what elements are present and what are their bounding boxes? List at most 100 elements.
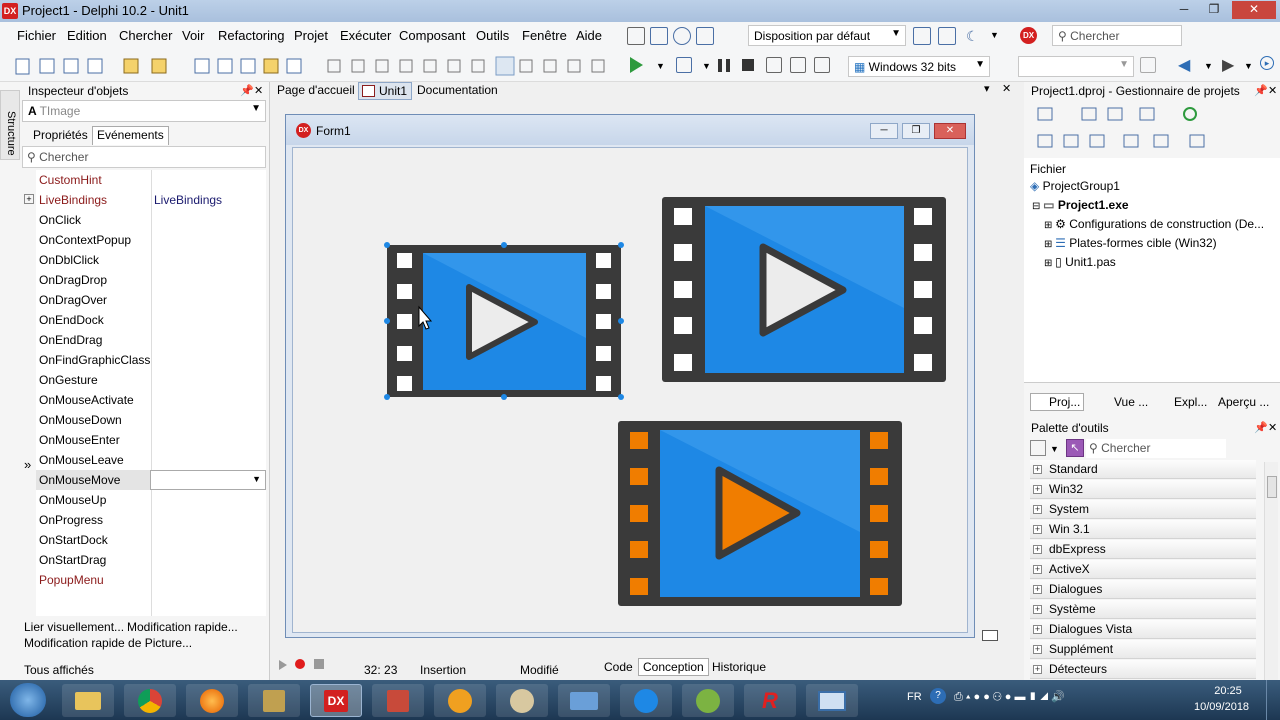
explorer-taskbar-icon[interactable] xyxy=(62,684,114,717)
event-row[interactable]: OnContextPopup xyxy=(36,230,266,250)
record-macro-icon[interactable] xyxy=(295,659,305,669)
tree-item-platforms[interactable]: ⊞ ☰ Plates-formes cible (Win32) xyxy=(1044,234,1217,252)
dx-icon[interactable]: DX xyxy=(1020,27,1037,44)
save-layout-icon[interactable] xyxy=(913,27,931,45)
menu-aide[interactable]: Aide xyxy=(576,28,602,43)
tab-model-view[interactable]: Vue ... xyxy=(1096,395,1148,409)
form-close-button[interactable]: ✕ xyxy=(934,123,966,139)
chevron-down-icon[interactable]: ▼ xyxy=(990,30,999,40)
trace-out-icon[interactable] xyxy=(814,57,830,73)
pin-icon[interactable]: 📌 xyxy=(1254,84,1268,97)
form-minimize-button[interactable]: ─ xyxy=(870,123,898,139)
r-app-taskbar-icon[interactable]: R xyxy=(744,684,796,717)
tree-item-unit1[interactable]: ⊞ ▯ Unit1.pas xyxy=(1044,253,1116,271)
config-select[interactable]: ▼ xyxy=(1018,56,1134,77)
tab-code[interactable]: Code xyxy=(600,659,637,675)
event-row[interactable]: OnMouseMove xyxy=(36,470,150,490)
tab-welcome[interactable]: Page d'accueil xyxy=(277,83,355,97)
tree-item-projectgroup[interactable]: ◈ ProjectGroup1 xyxy=(1030,177,1120,195)
link-quick-edit[interactable]: Modification rapide... xyxy=(127,620,238,634)
event-row[interactable]: OnEndDrag xyxy=(36,330,266,350)
event-row[interactable]: OnClick xyxy=(36,210,266,230)
palette-category[interactable]: + Détecteurs xyxy=(1030,660,1256,679)
delphi-taskbar-icon[interactable]: DX xyxy=(310,684,362,717)
pin-icon[interactable]: 📌 xyxy=(240,84,254,97)
chevron-down-icon[interactable]: ▾ xyxy=(984,82,990,95)
form-client-area[interactable] xyxy=(292,147,968,633)
tray-icons[interactable]: ⎙ ▴ ● ● ⚇ ● ▬ ▮ ◢ 🔊 xyxy=(954,690,1065,704)
event-row[interactable]: OnDragOver xyxy=(36,290,266,310)
run-icon[interactable] xyxy=(630,57,643,73)
palette-category[interactable]: + Supplément xyxy=(1030,640,1256,659)
close-icon[interactable]: ✕ xyxy=(1268,84,1277,97)
menu-composant[interactable]: Composant xyxy=(399,28,465,43)
ide-search-input[interactable]: ⚲ Chercher xyxy=(1052,25,1182,46)
menu-refactoring[interactable]: Refactoring xyxy=(218,28,284,43)
clock-time[interactable]: 20:25 xyxy=(1208,685,1248,697)
event-row[interactable]: OnGesture xyxy=(36,370,266,390)
cursor-select-icon[interactable]: ↖ xyxy=(1066,439,1084,457)
event-row[interactable]: OnMouseUp xyxy=(36,490,266,510)
palette-category[interactable]: + Système xyxy=(1030,600,1256,619)
language-indicator[interactable]: FR xyxy=(907,691,922,703)
tab-preview[interactable]: Aperçu ... xyxy=(1218,395,1269,409)
inspector-search-input[interactable]: ⚲ Chercher xyxy=(22,146,266,168)
event-row[interactable]: OnProgress xyxy=(36,510,266,530)
tree-item-build-configs[interactable]: ⊞ ⚙ Configurations de construction (De..… xyxy=(1044,215,1264,233)
chevron-down-icon[interactable]: ▼ xyxy=(702,61,711,71)
tab-unit1[interactable]: Unit1 xyxy=(358,82,413,100)
expand-icon[interactable]: + xyxy=(24,194,34,204)
menu-fichier[interactable]: Fichier xyxy=(17,28,56,43)
clock-date[interactable]: 10/09/2018 xyxy=(1194,701,1249,713)
event-row[interactable]: LiveBindings LiveBindings xyxy=(36,190,266,210)
mail-icon[interactable] xyxy=(627,27,645,45)
event-row[interactable]: OnMouseLeave xyxy=(36,450,266,470)
palette-category[interactable]: + Win32 xyxy=(1030,480,1256,499)
link-quick-edit-picture[interactable]: Modification rapide de Picture... xyxy=(24,636,192,650)
tree-item-project[interactable]: ⊟ ▭ Project1.exe xyxy=(1032,196,1129,214)
event-row[interactable]: PopupMenu xyxy=(36,570,266,590)
close-icon[interactable]: ✕ xyxy=(1268,421,1277,434)
event-row[interactable]: OnMouseDown xyxy=(36,410,266,430)
palette-search-input[interactable]: ⚲ Chercher xyxy=(1086,439,1226,458)
menu-executer[interactable]: Exécuter xyxy=(340,28,391,43)
paint-taskbar-icon[interactable] xyxy=(496,684,548,717)
maximize-button[interactable]: ❐ xyxy=(1200,1,1228,19)
arrow-icon[interactable] xyxy=(696,27,714,45)
event-row[interactable]: OnStartDrag xyxy=(36,550,266,570)
component-select[interactable]: A TImage ▼ xyxy=(22,100,266,122)
link-visual-bind[interactable]: Lier visuellement... xyxy=(24,620,124,634)
event-dropdown[interactable]: ▼ xyxy=(150,470,266,490)
chevron-down-icon[interactable]: ▼ xyxy=(656,61,665,71)
android-taskbar-icon[interactable] xyxy=(682,684,734,717)
form-window[interactable]: DX Form1 ─ ❐ ✕ xyxy=(285,114,975,638)
tab-properties[interactable]: Propriétés xyxy=(30,127,91,145)
video-image-2[interactable] xyxy=(662,197,946,382)
menu-fenetre[interactable]: Fenêtre xyxy=(522,28,567,43)
pin-icon[interactable]: 📌 xyxy=(1254,421,1268,434)
close-button[interactable]: ✕ xyxy=(1232,1,1276,19)
start-button[interactable] xyxy=(10,683,46,717)
back-arrow-icon[interactable]: ◀ xyxy=(1178,55,1190,75)
menu-chercher[interactable]: Chercher xyxy=(119,28,172,43)
video-image-3[interactable] xyxy=(618,421,902,606)
tab-data-explorer[interactable]: Expl... xyxy=(1156,395,1207,409)
stop-macro-icon[interactable] xyxy=(314,659,324,669)
next-icon[interactable]: ▸ xyxy=(1260,56,1274,70)
structure-side-tab[interactable]: Structure xyxy=(0,90,20,160)
align-toolbar-icons[interactable] xyxy=(322,56,612,78)
tab-history[interactable]: Historique xyxy=(708,659,770,675)
calendar-icon[interactable] xyxy=(650,27,668,45)
tab-events[interactable]: Evénements xyxy=(92,126,169,145)
event-row[interactable]: OnDblClick xyxy=(36,250,266,270)
event-row[interactable]: OnDragDrop xyxy=(36,270,266,290)
event-row[interactable]: OnMouseEnter xyxy=(36,430,266,450)
close-icon[interactable]: ✕ xyxy=(1002,82,1011,95)
palette-category[interactable]: + ActiveX xyxy=(1030,560,1256,579)
layout-icon[interactable] xyxy=(938,27,956,45)
file-toolbar-icons[interactable] xyxy=(12,56,312,78)
keyboard-taskbar-icon[interactable] xyxy=(558,684,610,717)
show-desktop-button[interactable] xyxy=(1266,680,1280,720)
pause-icon[interactable] xyxy=(718,59,730,72)
event-row[interactable]: OnMouseActivate xyxy=(36,390,266,410)
